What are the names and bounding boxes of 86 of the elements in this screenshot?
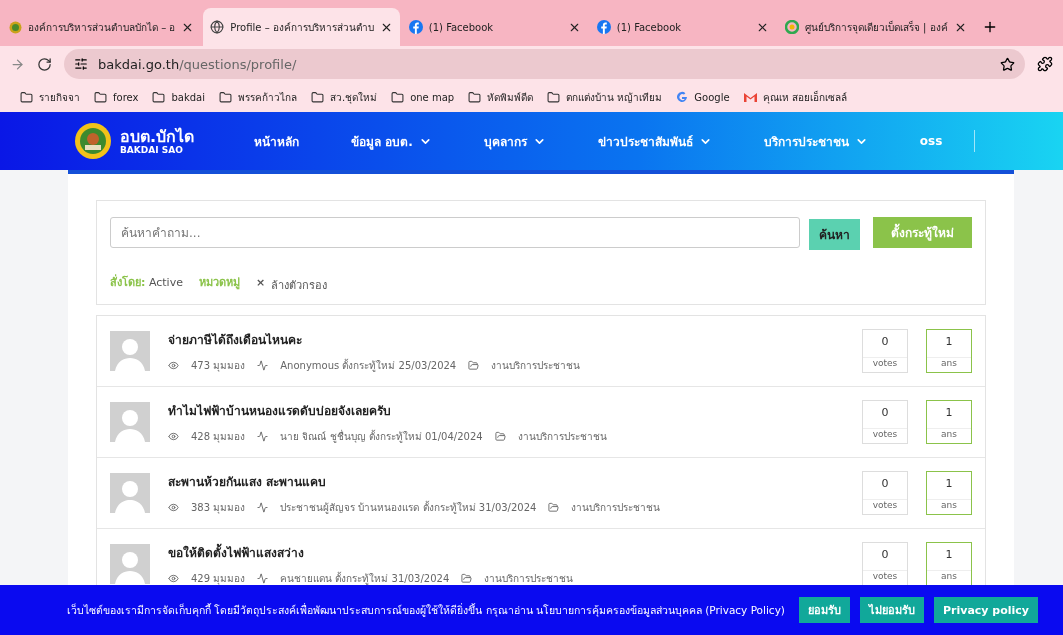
clear-filter-link[interactable]: × ล้างตัวกรอง bbox=[255, 276, 328, 294]
avatar bbox=[110, 331, 150, 371]
pulse-icon bbox=[257, 572, 269, 584]
circle-logo-icon bbox=[784, 20, 799, 34]
category-label[interactable]: งานบริการประชาชน bbox=[491, 357, 581, 373]
question-title[interactable]: ทำไมไฟฟ้าบ้านหนองแรดดับบ่อยจังเลยครับ bbox=[168, 400, 844, 420]
question-title[interactable]: ขอให้ติดตั้งไฟฟ้าแสงสว่าง bbox=[168, 542, 844, 562]
answers-counter: 1 ans bbox=[926, 471, 972, 515]
view-count: 429 มุมมอง bbox=[191, 571, 246, 586]
bookmark[interactable]: คุณเห สอยเอ็กเซลล์ bbox=[743, 89, 847, 105]
eye-icon bbox=[168, 359, 179, 371]
google-icon bbox=[676, 91, 689, 103]
view-count: 473 มุมมอง bbox=[191, 358, 246, 373]
view-count: 383 มุมมอง bbox=[191, 500, 246, 515]
answers-counter: 1 ans bbox=[926, 400, 972, 444]
bookmark[interactable]: forex bbox=[94, 90, 139, 104]
emblem-icon bbox=[9, 20, 22, 34]
logo-title: อบต.บักได bbox=[120, 127, 195, 145]
address-bar[interactable]: bakdai.go.th/questions/profile/ bbox=[64, 49, 1025, 79]
eye-icon bbox=[168, 572, 179, 584]
post-info: คนชายแดน ตั้งกระทู้ใหม่ 31/03/2024 bbox=[280, 570, 450, 586]
folder-icon bbox=[548, 501, 560, 513]
post-info: Anonymous ตั้งกระทู้ใหม่ 25/03/2024 bbox=[280, 357, 457, 373]
votes-counter: 0 votes bbox=[862, 471, 908, 515]
nav-link[interactable]: ข่าวประชาสัมพันธ์ bbox=[597, 131, 712, 151]
folder-icon bbox=[94, 90, 107, 104]
bookmark[interactable]: ตกแต่งบ้าน หญ้าเทียม bbox=[547, 89, 663, 105]
search-field[interactable]: ค้นหาคำถาม... bbox=[110, 217, 800, 248]
emblem-logo bbox=[74, 122, 112, 160]
view-count: 428 มุมมอง bbox=[191, 429, 246, 444]
nav-link[interactable]: บุคลากร bbox=[483, 131, 546, 151]
folder-icon bbox=[310, 90, 324, 104]
bookmark[interactable]: รายกิจจา bbox=[20, 89, 80, 105]
nav-link[interactable]: หน้าหลัก bbox=[254, 131, 300, 151]
post-info: ประชาชนผู้สัญจร บ้านหนองแรด ตั้งกระทู้ใหม่ 31/03/2024 bbox=[280, 499, 537, 515]
bookmark[interactable]: พรรคก้าวไกล bbox=[218, 89, 297, 105]
category-label[interactable]: งานบริการประชาชน bbox=[484, 570, 574, 586]
folder-icon bbox=[20, 90, 33, 104]
reload-icon[interactable] bbox=[37, 56, 52, 72]
pulse-icon bbox=[257, 359, 269, 371]
browser-tab[interactable]: Profile – องค์การบริหารส่วนตำบ bbox=[203, 8, 400, 46]
folder-icon bbox=[547, 90, 561, 104]
post-info: นาย จิณณ์ ชูชื่นบุญ ตั้งกระทู้ใหม่ 01/04/2024 bbox=[280, 428, 483, 444]
folder-icon bbox=[468, 90, 482, 104]
search-button[interactable]: ค้นหา bbox=[809, 219, 860, 250]
facebook-icon bbox=[596, 20, 611, 34]
category-label[interactable]: งานบริการประชาชน bbox=[571, 499, 661, 515]
category-label[interactable]: งานบริการประชาชน bbox=[517, 428, 607, 444]
bookmark-star-icon[interactable] bbox=[1000, 56, 1015, 72]
answers-counter: 1 ans bbox=[926, 329, 972, 373]
folder-icon bbox=[218, 90, 232, 104]
bookmark[interactable]: Google bbox=[676, 91, 730, 103]
question-title[interactable]: สะพานห้วยกันแสง สะพานแคบ bbox=[168, 471, 844, 491]
browser-tab[interactable]: ศูนย์บริการจุดเดียวเบ็ดเสร็จ | องค์ bbox=[777, 8, 974, 46]
browser-tab[interactable]: องค์การบริหารส่วนตำบลบักได – อ bbox=[2, 8, 202, 46]
browser-tab[interactable]: (1) Facebook bbox=[589, 8, 776, 46]
nav-link[interactable]: ข้อมูล อบต. bbox=[351, 131, 432, 151]
pulse-icon bbox=[257, 430, 269, 442]
avatar bbox=[110, 402, 150, 442]
question-title[interactable]: จ่ายภาษีได้ถึงเดือนไหนคะ bbox=[168, 329, 844, 349]
votes-counter: 0 votes bbox=[862, 329, 908, 373]
logo-subtitle: BAKDAI SAO bbox=[120, 144, 184, 155]
facebook-icon bbox=[408, 20, 423, 34]
bookmark[interactable]: one map bbox=[391, 90, 455, 104]
forward-icon[interactable] bbox=[10, 56, 25, 72]
avatar bbox=[110, 544, 150, 584]
cookie-notice: เว็บไซต์ของเรามีการจัดเก็บคุกกี้ โดยมีวัตถุประสงค์เพื่อพัฒนาประสบการณ์ของผู้ใช้ให้ดียิ่งขึ้น กรุณาอ่าน นโยบายการคุ้มครองข้อมูลส่วนบุคคล (Privacy Policy) bbox=[66, 602, 785, 619]
avatar bbox=[110, 473, 150, 513]
browser-tab[interactable]: (1) Facebook bbox=[401, 8, 588, 46]
votes-counter: 0 votes bbox=[862, 400, 908, 444]
eye-icon bbox=[168, 430, 179, 442]
folder-icon bbox=[468, 359, 480, 371]
site-settings-icon[interactable] bbox=[74, 57, 88, 71]
folder-icon bbox=[494, 430, 506, 442]
globe-icon bbox=[210, 20, 225, 34]
bookmark[interactable]: สว.ชุดใหม่ bbox=[310, 89, 378, 105]
extensions-icon[interactable] bbox=[1037, 56, 1053, 72]
mail-icon bbox=[743, 92, 757, 102]
pulse-icon bbox=[257, 501, 269, 513]
sort-label: สั่งโดย: Active bbox=[110, 273, 183, 291]
bookmark[interactable]: หัดพิมพ์ดีด bbox=[468, 89, 534, 105]
folder-icon bbox=[391, 90, 405, 104]
eye-icon bbox=[168, 501, 179, 513]
bookmark[interactable]: bakdai bbox=[152, 90, 205, 104]
folder-icon bbox=[461, 572, 473, 584]
folder-icon bbox=[152, 90, 166, 104]
